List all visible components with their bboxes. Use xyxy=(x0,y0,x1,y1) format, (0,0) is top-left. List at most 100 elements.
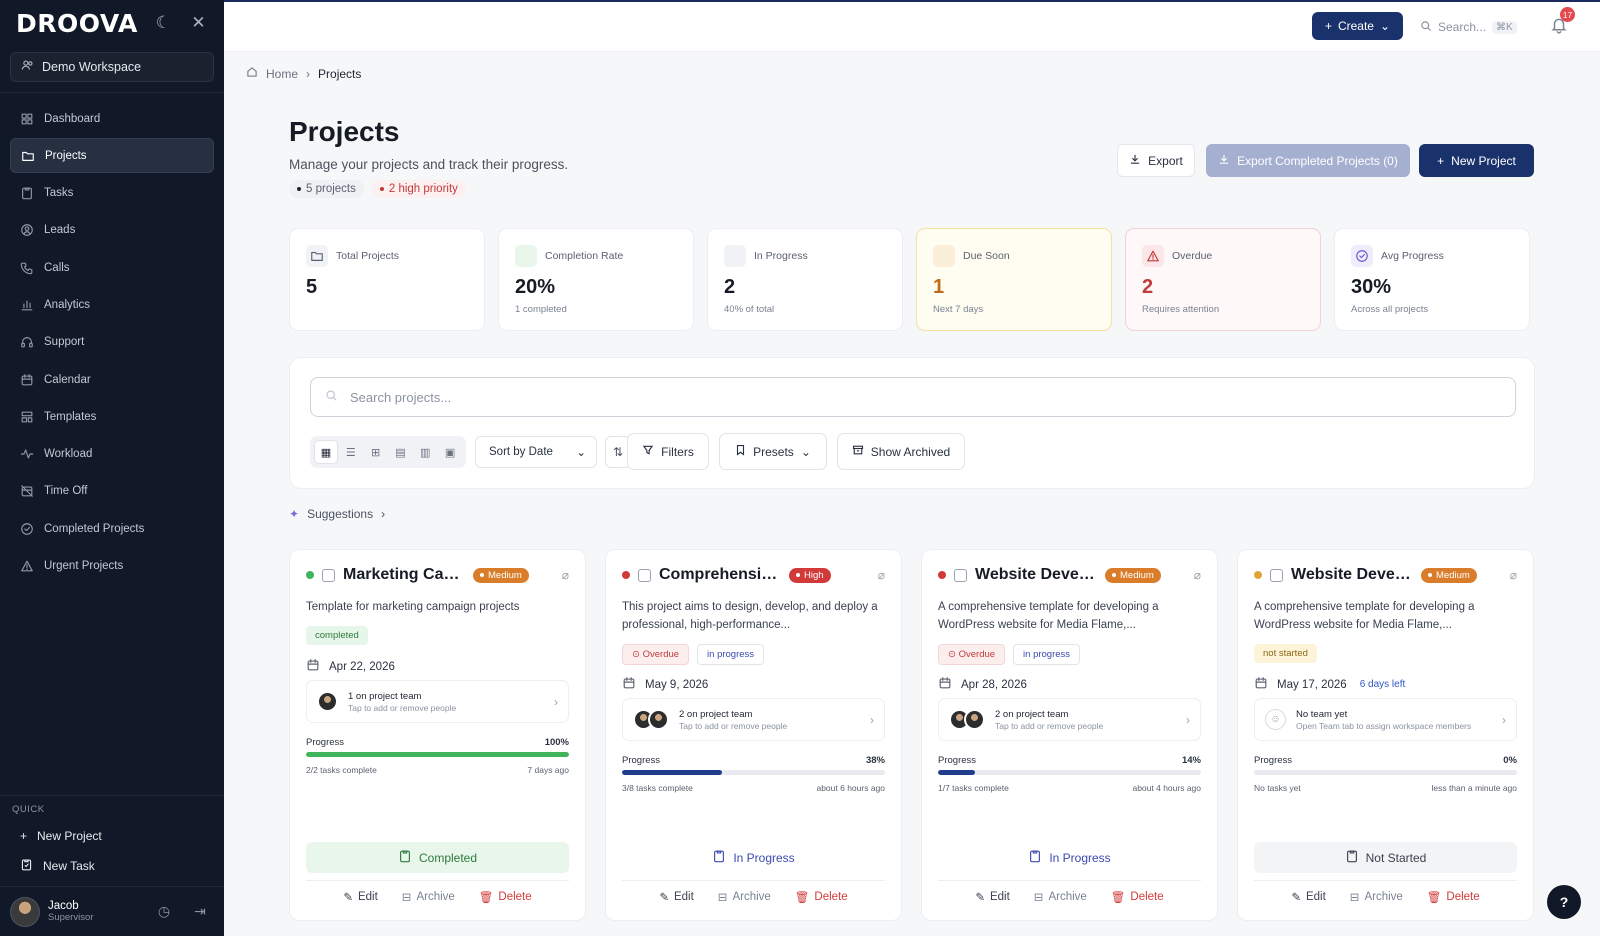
presets-label: Presets xyxy=(753,444,794,459)
view-cards-icon[interactable]: ⊞ xyxy=(364,440,388,464)
filter-icon xyxy=(642,444,654,459)
archive-button[interactable]: ⊟ Archive xyxy=(402,890,455,904)
sidebar-item-workload[interactable]: Workload xyxy=(10,437,214,472)
quick-new-project[interactable]: + New Project xyxy=(0,821,224,851)
sidebar-item-urgent-projects[interactable]: Urgent Projects xyxy=(10,549,214,584)
export-button[interactable]: Export xyxy=(1117,144,1195,177)
status-dot xyxy=(622,571,630,579)
unpin-icon[interactable]: ⌀ xyxy=(562,568,569,582)
status-button[interactable]: In Progress xyxy=(622,842,885,873)
sidebar-item-support[interactable]: Support xyxy=(10,325,214,360)
view-list-icon[interactable]: ☰ xyxy=(339,440,363,464)
search-icon xyxy=(1420,20,1432,35)
edit-label: Edit xyxy=(673,891,694,903)
select-checkbox[interactable] xyxy=(322,568,335,582)
edit-label: Edit xyxy=(989,891,1010,903)
sidebar-item-tasks[interactable]: Tasks xyxy=(10,176,214,211)
sidebar-item-projects[interactable]: Projects xyxy=(10,138,214,174)
global-search[interactable]: Search... ⌘K xyxy=(1420,14,1526,40)
archive-button[interactable]: ⊟ Archive xyxy=(718,890,771,904)
project-team-button[interactable]: ☺ No team yet Open Team tab to assign work… xyxy=(1254,698,1517,741)
logout-icon[interactable]: ⇥ xyxy=(186,903,214,920)
project-card[interactable]: Website Develo... Medium ⌀ A comprehensive … xyxy=(1237,549,1534,921)
close-icon[interactable]: ✕ xyxy=(189,13,208,33)
high-priority-text: 2 high priority xyxy=(388,183,458,195)
stat-card-overdue: Overdue 2 Requires attention xyxy=(1125,228,1321,331)
priority-badge: Medium xyxy=(1421,567,1477,583)
unpin-icon[interactable]: ⌀ xyxy=(1510,568,1517,582)
project-search-input[interactable]: Search projects... xyxy=(310,377,1516,417)
edit-button[interactable]: ✎ Edit xyxy=(659,890,693,904)
delete-button[interactable]: 🗑 Delete xyxy=(479,890,532,904)
team-title: 2 on project team xyxy=(995,708,1069,720)
filters-button[interactable]: Filters xyxy=(627,433,709,470)
sidebar-item-calls[interactable]: Calls xyxy=(10,250,214,285)
status-button[interactable]: Not Started xyxy=(1254,842,1517,873)
progress-bar-fill xyxy=(306,752,569,757)
sidebar-item-calendar[interactable]: Calendar xyxy=(10,362,214,397)
team-title: No team yet xyxy=(1296,708,1348,720)
status-button[interactable]: Completed xyxy=(306,842,569,873)
status-button[interactable]: In Progress xyxy=(938,842,1201,873)
sidebar-item-completed-projects[interactable]: Completed Projects xyxy=(10,511,214,546)
quick-new-task[interactable]: New Task xyxy=(0,851,224,881)
select-checkbox[interactable] xyxy=(638,568,651,582)
sidebar-item-leads[interactable]: Leads xyxy=(10,213,214,248)
project-team-button[interactable]: 2 on project team Tap to add or remove pe… xyxy=(938,698,1201,741)
project-team-button[interactable]: 1 on project team Tap to add or remove pe… xyxy=(306,680,569,723)
unpin-icon[interactable]: ⌀ xyxy=(1194,568,1201,582)
sidebar-item-time-off[interactable]: Time Off xyxy=(10,474,214,509)
sort-select[interactable]: Sort by Date ⌄ xyxy=(475,436,597,468)
notification-bell[interactable]: 17 xyxy=(1550,7,1575,37)
edit-button[interactable]: ✎ Edit xyxy=(343,890,377,904)
suggestions-toggle[interactable]: ✦ Suggestions › xyxy=(289,507,385,521)
project-title[interactable]: Comprehensive D... xyxy=(659,566,781,584)
sidebar-item-dashboard[interactable]: Dashboard xyxy=(10,101,214,136)
progress-bar xyxy=(938,770,1201,775)
delete-button[interactable]: 🗑 Delete xyxy=(1427,890,1480,904)
chevron-down-icon: ⌄ xyxy=(576,447,586,459)
select-checkbox[interactable] xyxy=(1270,568,1283,582)
trash-icon: 🗑 xyxy=(1426,892,1442,904)
user-profile[interactable]: Jacob Supervisor ◷ ⇥ xyxy=(0,886,224,936)
edit-button[interactable]: ✎ Edit xyxy=(975,890,1009,904)
archive-button[interactable]: ⊟ Archive xyxy=(1034,890,1087,904)
breadcrumb-home[interactable]: Home xyxy=(266,67,298,81)
sidebar-item-templates[interactable]: Templates xyxy=(10,399,214,434)
view-compact-icon[interactable]: ▣ xyxy=(438,440,462,464)
project-title[interactable]: Marketing Cam... xyxy=(343,566,465,584)
project-card[interactable]: Comprehensive D... High ⌀ This project aims… xyxy=(605,549,902,921)
dashboard-icon xyxy=(20,112,34,126)
delete-button[interactable]: 🗑 Delete xyxy=(795,890,848,904)
sidebar-item-analytics[interactable]: Analytics xyxy=(10,287,214,322)
project-title[interactable]: Website Develo... xyxy=(1291,566,1413,584)
show-archived-button[interactable]: Show Archived xyxy=(837,433,965,470)
new-project-button[interactable]: + New Project xyxy=(1419,144,1534,177)
moon-icon[interactable]: ☾ xyxy=(154,13,173,33)
view-table-icon[interactable]: ▤ xyxy=(389,440,413,464)
history-icon[interactable]: ◷ xyxy=(150,903,178,920)
presets-button[interactable]: Presets ⌄ xyxy=(719,433,827,470)
help-button[interactable]: ? xyxy=(1547,885,1581,919)
archive-button[interactable]: ⊟ Archive xyxy=(1350,890,1403,904)
export-completed-button[interactable]: Export Completed Projects (0) xyxy=(1206,144,1410,177)
project-card[interactable]: Marketing Cam... Medium ⌀ Template for mark… xyxy=(289,549,586,921)
calendar-icon xyxy=(20,373,34,387)
project-team-button[interactable]: 2 on project team Tap to add or remove pe… xyxy=(622,698,885,741)
download-icon xyxy=(1218,153,1230,168)
unpin-icon[interactable]: ⌀ xyxy=(878,568,885,582)
project-card[interactable]: Website Develo... Medium ⌀ A comprehensive … xyxy=(921,549,1218,921)
delete-button[interactable]: 🗑 Delete xyxy=(1111,890,1164,904)
card-actions: ✎ Edit ⊟ Archive 🗑 Delete xyxy=(1238,890,1533,904)
bell-icon xyxy=(1550,18,1568,37)
due-date-text: May 17, 2026 xyxy=(1277,678,1347,691)
view-kanban-icon[interactable]: ▥ xyxy=(413,440,437,464)
edit-button[interactable]: ✎ Edit xyxy=(1291,890,1325,904)
create-button[interactable]: + Create ⌄ xyxy=(1312,12,1403,40)
project-title[interactable]: Website Develo... xyxy=(975,566,1097,584)
workspace-switcher[interactable]: Demo Workspace xyxy=(10,52,214,82)
view-grid-icon[interactable]: ▦ xyxy=(314,440,338,464)
plus-icon: + xyxy=(1437,153,1445,168)
sidebar-nav: Dashboard Projects Tasks Leads Calls Analytic… xyxy=(0,101,224,584)
select-checkbox[interactable] xyxy=(954,568,967,582)
